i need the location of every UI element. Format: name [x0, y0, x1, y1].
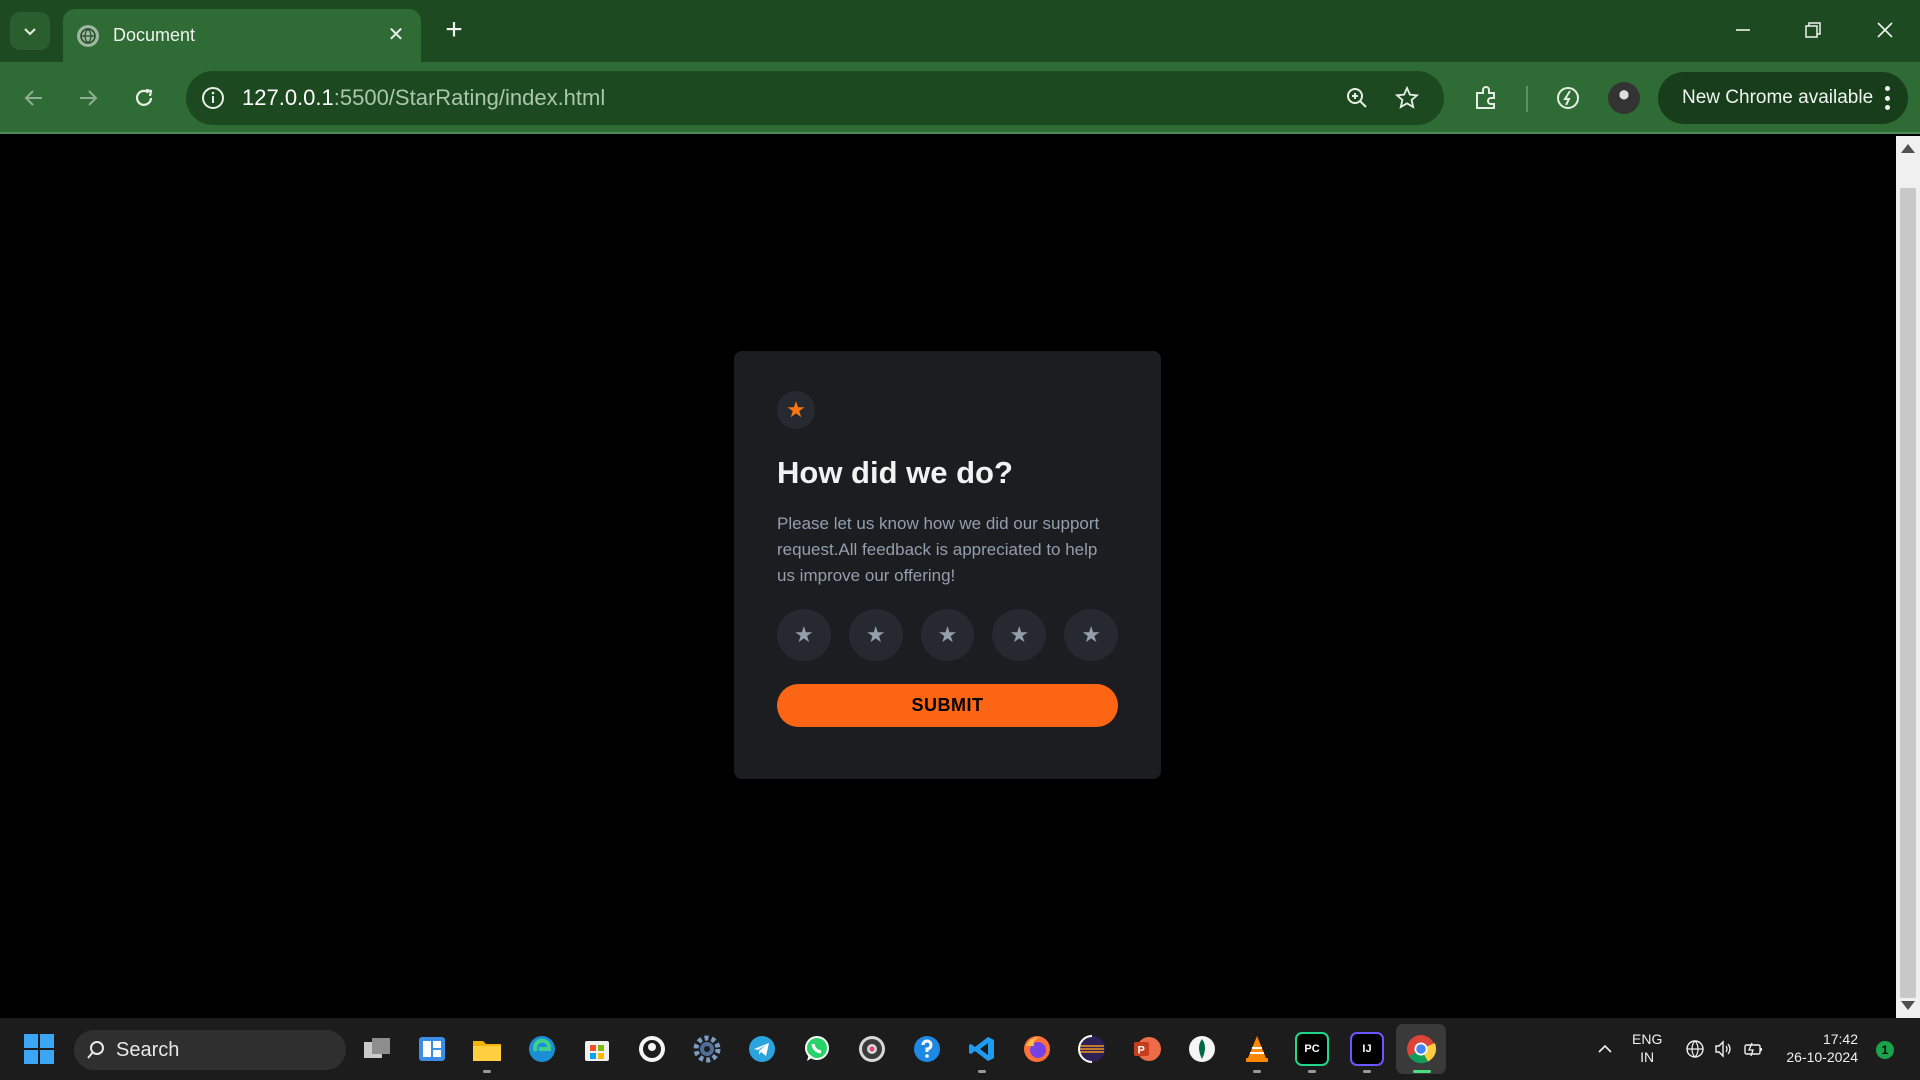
minimize-icon: [1736, 29, 1750, 31]
notification-badge[interactable]: 1: [1876, 1041, 1894, 1059]
rating-star-4[interactable]: ★: [992, 609, 1047, 661]
url-host: 127.0.0.1: [242, 85, 334, 110]
clock-date: 26-10-2024: [1786, 1049, 1858, 1065]
powerpoint-icon[interactable]: P: [1130, 1032, 1164, 1066]
intellij-icon[interactable]: IJ: [1350, 1032, 1384, 1066]
search-label: Search: [116, 1038, 180, 1061]
volume-icon[interactable]: [1712, 1038, 1734, 1060]
eclipse-icon[interactable]: [1075, 1032, 1109, 1066]
tab-search-button[interactable]: [10, 12, 50, 50]
running-indicator: [1253, 1070, 1261, 1073]
kebab-menu-icon[interactable]: [1884, 86, 1890, 110]
network-globe-icon[interactable]: [1684, 1038, 1706, 1060]
obs-icon[interactable]: [855, 1032, 889, 1066]
bookmark-star-icon[interactable]: [1392, 83, 1422, 113]
rating-star-3[interactable]: ★: [920, 609, 975, 661]
running-indicator: [1363, 1070, 1371, 1073]
chevron-up-icon[interactable]: [1594, 1038, 1616, 1060]
running-indicator: [483, 1070, 491, 1073]
restore-icon: [1805, 22, 1821, 38]
card-description: Please let us know how we did our suppor…: [777, 514, 1100, 585]
browser-toolbar: 127.0.0.1:5500/StarRating/index.html New…: [0, 62, 1920, 134]
vlc-icon[interactable]: [1240, 1032, 1274, 1066]
scroll-down-arrow-icon[interactable]: [1901, 1001, 1915, 1010]
chrome-update-button[interactable]: New Chrome available: [1658, 72, 1908, 124]
windows-taskbar: Search P PC IJ ENG IN 17:42 26-10-2024 1: [0, 1018, 1920, 1080]
url-path: :5500/StarRating/index.html: [333, 85, 606, 110]
star-icon: ★: [777, 391, 815, 429]
back-button[interactable]: [14, 78, 54, 118]
firefox-icon[interactable]: [1020, 1032, 1054, 1066]
clock[interactable]: 17:42 26-10-2024: [1782, 1030, 1858, 1066]
submit-button[interactable]: SUBMIT: [777, 684, 1118, 727]
pycharm-icon[interactable]: PC: [1295, 1032, 1329, 1066]
telegram-icon[interactable]: [745, 1032, 779, 1066]
taskbar-search[interactable]: Search: [74, 1030, 346, 1070]
url-text[interactable]: 127.0.0.1:5500/StarRating/index.html: [242, 85, 605, 111]
restore-button[interactable]: [1788, 10, 1838, 50]
task-view-icon[interactable]: [360, 1032, 394, 1066]
zoom-icon[interactable]: [1342, 83, 1372, 113]
toolbar-separator: [1526, 86, 1528, 112]
extensions-icon[interactable]: [1466, 78, 1506, 118]
vscode-icon[interactable]: [965, 1032, 999, 1066]
region-label: IN: [1640, 1049, 1655, 1065]
clock-time: 17:42: [1822, 1031, 1858, 1047]
update-label: New Chrome available: [1682, 87, 1874, 108]
reload-button[interactable]: [124, 78, 164, 118]
site-info-icon[interactable]: [198, 83, 228, 113]
chrome-icon[interactable]: [1396, 1024, 1446, 1074]
windows-start-icon[interactable]: [24, 1034, 54, 1064]
tab-title: Document: [113, 25, 196, 45]
tab-close-icon[interactable]: ✕: [385, 24, 407, 46]
whatsapp-icon[interactable]: [800, 1032, 834, 1066]
rating-options: ★ ★ ★ ★ ★: [777, 609, 1118, 661]
close-icon: [1877, 22, 1893, 38]
rating-star-1[interactable]: ★: [777, 609, 831, 661]
profile-avatar[interactable]: [1608, 82, 1640, 114]
reload-icon: [135, 88, 153, 106]
vertical-scrollbar[interactable]: [1896, 136, 1920, 1018]
active-indicator: [1413, 1070, 1431, 1073]
running-indicator: [1308, 1070, 1316, 1073]
arrow-right-icon: [80, 90, 98, 106]
running-indicator: [978, 1070, 986, 1073]
svg-text:P: P: [1138, 1045, 1145, 1057]
chevron-down-icon: [24, 28, 36, 36]
github-desktop-icon[interactable]: [635, 1032, 669, 1066]
minimize-button[interactable]: [1718, 10, 1768, 50]
battery-icon[interactable]: [1742, 1038, 1764, 1060]
performance-icon[interactable]: [1548, 78, 1588, 118]
mongodb-compass-icon[interactable]: [1185, 1032, 1219, 1066]
help-icon[interactable]: [910, 1032, 944, 1066]
edge-icon[interactable]: [525, 1032, 559, 1066]
arrow-left-icon: [24, 90, 42, 106]
rating-star-5[interactable]: ★: [1064, 609, 1118, 661]
close-window-button[interactable]: [1860, 10, 1910, 50]
settings-gear-icon[interactable]: [690, 1032, 724, 1066]
forward-button[interactable]: [68, 78, 108, 118]
language-indicator[interactable]: ENG IN: [1632, 1030, 1662, 1066]
microsoft-store-icon[interactable]: [580, 1032, 614, 1066]
file-explorer-icon[interactable]: [470, 1032, 504, 1066]
rating-card: ★ How did we do? Please let us know how …: [734, 351, 1161, 779]
card-title: How did we do?: [777, 455, 1013, 490]
scroll-up-arrow-icon[interactable]: [1901, 144, 1915, 153]
globe-icon: [77, 24, 99, 47]
language-label: ENG: [1632, 1031, 1663, 1047]
new-tab-button[interactable]: +: [438, 15, 470, 47]
scroll-thumb[interactable]: [1900, 188, 1916, 998]
browser-tab[interactable]: Document ✕: [63, 9, 421, 62]
browser-titlebar: Document ✕ +: [0, 0, 1920, 62]
search-icon: [87, 1041, 104, 1059]
rating-star-2[interactable]: ★: [848, 609, 903, 661]
address-bar[interactable]: 127.0.0.1:5500/StarRating/index.html: [186, 71, 1444, 125]
widgets-icon[interactable]: [415, 1032, 449, 1066]
